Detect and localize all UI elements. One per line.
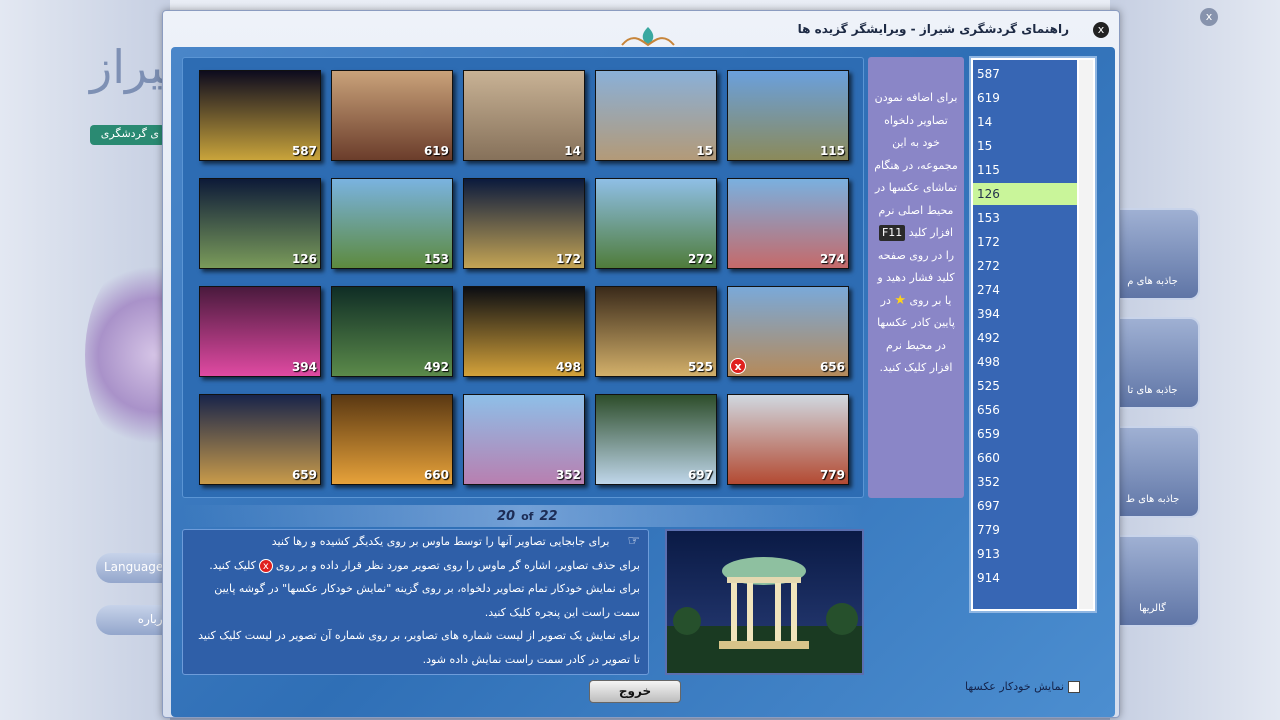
autoplay-option[interactable]: نمایش خودکار عکسها bbox=[965, 680, 1081, 698]
thumbnail-number: 498 bbox=[555, 360, 581, 374]
thumbnail-number: 492 bbox=[423, 360, 449, 374]
list-item-274[interactable]: 274 bbox=[973, 279, 1077, 301]
thumbnail-number: 172 bbox=[555, 252, 581, 266]
background-close-icon[interactable]: x bbox=[1200, 8, 1218, 26]
thumbnail-697[interactable]: 697 bbox=[595, 394, 717, 485]
autoplay-label: نمایش خودکار عکسها bbox=[965, 680, 1065, 693]
list-item-914[interactable]: 914 bbox=[973, 567, 1077, 589]
instruction-line-2: برای حذف تصاویر، اشاره گر ماوس را روی تص… bbox=[191, 554, 640, 578]
thumbnail-number: 14 bbox=[564, 144, 581, 158]
preview-image bbox=[667, 531, 862, 673]
list-item-779[interactable]: 779 bbox=[973, 519, 1077, 541]
instruction-line-4: برای نمایش یک تصویر از لیست شماره های تص… bbox=[198, 629, 640, 666]
thumbnail-172[interactable]: 172 bbox=[463, 178, 585, 269]
thumbnail-number: 656 bbox=[819, 360, 845, 374]
thumbnail-498[interactable]: 498 bbox=[463, 286, 585, 377]
f11-key-badge: F11 bbox=[878, 225, 906, 241]
instruction-text-1: برای جابجایی تصاویر آنها را توسط ماوس بر… bbox=[271, 535, 610, 548]
list-item-394[interactable]: 394 bbox=[973, 303, 1077, 325]
thumbnail-number: 779 bbox=[819, 468, 845, 482]
list-item-697[interactable]: 697 bbox=[973, 495, 1077, 517]
exit-button[interactable]: خروج bbox=[589, 680, 681, 703]
thumbnail-number: 587 bbox=[291, 144, 317, 158]
list-item-172[interactable]: 172 bbox=[973, 231, 1077, 253]
list-item-659[interactable]: 659 bbox=[973, 423, 1077, 445]
thumbnail-115[interactable]: 115 bbox=[727, 70, 849, 161]
background-tag: ی گردشگری bbox=[90, 125, 165, 145]
counter-total: 22 bbox=[539, 509, 558, 524]
list-item-913[interactable]: 913 bbox=[973, 543, 1077, 565]
autoplay-checkbox[interactable] bbox=[1068, 681, 1081, 693]
thumbnail-number: 660 bbox=[423, 468, 449, 482]
list-item-492[interactable]: 492 bbox=[973, 327, 1077, 349]
image-preview bbox=[665, 529, 864, 675]
thumbnail-274[interactable]: 274 bbox=[727, 178, 849, 269]
delete-icon[interactable]: x bbox=[730, 358, 746, 374]
delete-icon-sample: x bbox=[258, 558, 273, 573]
list-item-126[interactable]: 126 bbox=[973, 183, 1077, 205]
list-item-272[interactable]: 272 bbox=[973, 255, 1077, 277]
ornament-icon bbox=[621, 27, 675, 47]
list-body: 587 619 14 15 115 126 153 172 272 274 394 492 498 525… bbox=[973, 60, 1077, 609]
thumbnail-14[interactable]: 14 bbox=[463, 70, 585, 161]
list-item-15[interactable]: 15 bbox=[973, 135, 1077, 157]
list-item-352[interactable]: 352 bbox=[973, 471, 1077, 493]
thumbnail-272[interactable]: 272 bbox=[595, 178, 717, 269]
list-item-153[interactable]: 153 bbox=[973, 207, 1077, 229]
thumbnail-number: 274 bbox=[819, 252, 845, 266]
star-icon: ★ bbox=[894, 292, 907, 308]
instruction-line-1: ☞ برای جابجایی تصاویر آنها را توسط ماوس ب… bbox=[191, 530, 640, 554]
list-scrollbar[interactable] bbox=[1079, 60, 1093, 609]
page-counter: 20 of 22 bbox=[497, 509, 558, 524]
thumbnail-number: 659 bbox=[291, 468, 317, 482]
thumbnail-153[interactable]: 153 bbox=[331, 178, 453, 269]
thumbnail-660[interactable]: 660 bbox=[331, 394, 453, 485]
thumbnail-number: 126 bbox=[291, 252, 317, 266]
app-logo: شیراز bbox=[90, 40, 203, 94]
thumbnail-656[interactable]: 656 x bbox=[727, 286, 849, 377]
thumbnail-659[interactable]: 659 bbox=[199, 394, 321, 485]
title-bar: راهنمای گردشگری شیراز - ویرایشگر گزیده ه… bbox=[163, 11, 1119, 47]
thumbnail-number: 394 bbox=[291, 360, 317, 374]
help-panel: برای اضافه نمودن تصاویر دلخواه خود به ای… bbox=[868, 57, 964, 498]
thumbnail-number: 153 bbox=[423, 252, 449, 266]
thumbnail-number: 15 bbox=[696, 144, 713, 158]
list-item-587[interactable]: 587 bbox=[973, 63, 1077, 85]
thumbnail-15[interactable]: 15 bbox=[595, 70, 717, 161]
thumbnail-number: 352 bbox=[555, 468, 581, 482]
list-item-498[interactable]: 498 bbox=[973, 351, 1077, 373]
instructions-panel: ☞ برای جابجایی تصاویر آنها را توسط ماوس ب… bbox=[182, 529, 649, 675]
thumbnail-126[interactable]: 126 bbox=[199, 178, 321, 269]
list-item-660[interactable]: 660 bbox=[973, 447, 1077, 469]
thumbnail-number: 697 bbox=[687, 468, 713, 482]
thumbnail-number: 619 bbox=[423, 144, 449, 158]
thumbnail-525[interactable]: 525 bbox=[595, 286, 717, 377]
thumbnail-number: 525 bbox=[687, 360, 713, 374]
counter-of: of bbox=[521, 510, 534, 523]
list-item-619[interactable]: 619 bbox=[973, 87, 1077, 109]
close-icon[interactable]: x bbox=[1093, 22, 1109, 38]
window-title: راهنمای گردشگری شیراز - ویرایشگر گزیده ه… bbox=[797, 22, 1069, 36]
thumbnail-number: 115 bbox=[819, 144, 845, 158]
thumbnail-394[interactable]: 394 bbox=[199, 286, 321, 377]
image-number-list[interactable]: 587 619 14 15 115 126 153 172 272 274 394 492 498 525… bbox=[969, 56, 1097, 613]
list-item-656[interactable]: 656 bbox=[973, 399, 1077, 421]
instruction-line-3: برای نمایش خودکار تمام تصاویر دلخواه، بر… bbox=[214, 582, 640, 619]
help-text-1: برای اضافه نمودن تصاویر دلخواه خود به ای… bbox=[874, 91, 958, 239]
instruction-text-2b: کلیک کنید. bbox=[209, 558, 256, 572]
thumbnail-gallery: 587 619 14 15 115 126 153 172 272 274 394 492 498 525… bbox=[182, 57, 864, 498]
list-item-14[interactable]: 14 bbox=[973, 111, 1077, 133]
thumbnail-587[interactable]: 587 bbox=[199, 70, 321, 161]
hand-pointer-icon: ☞ bbox=[627, 533, 640, 549]
list-item-525[interactable]: 525 bbox=[973, 375, 1077, 397]
thumbnail-number: 272 bbox=[687, 252, 713, 266]
thumbnail-492[interactable]: 492 bbox=[331, 286, 453, 377]
thumbnail-779[interactable]: 779 bbox=[727, 394, 849, 485]
list-item-115[interactable]: 115 bbox=[973, 159, 1077, 181]
counter-current: 20 bbox=[497, 509, 516, 524]
instruction-text-2a: برای حذف تصاویر، اشاره گر ماوس را روی تص… bbox=[275, 558, 640, 572]
thumbnail-619[interactable]: 619 bbox=[331, 70, 453, 161]
thumbnail-352[interactable]: 352 bbox=[463, 394, 585, 485]
